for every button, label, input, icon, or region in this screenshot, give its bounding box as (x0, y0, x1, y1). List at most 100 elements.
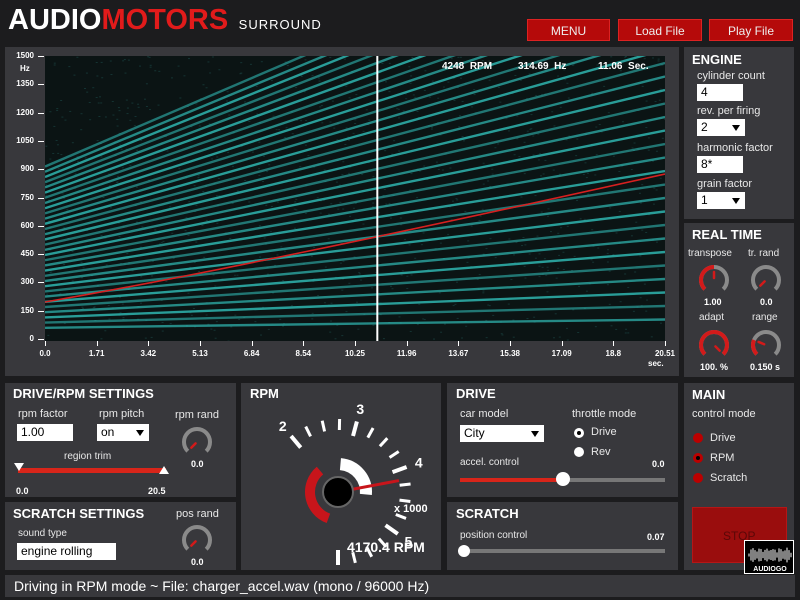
x-tick-mark (458, 341, 460, 346)
position-slider-thumb[interactable] (458, 545, 470, 557)
x-tick-label: 11.96 (396, 349, 417, 358)
rev-per-firing-select[interactable]: 2 (697, 119, 745, 136)
drive-rpm-settings-title: DRIVE/RPM SETTINGS (13, 386, 154, 401)
position-slider-track[interactable] (460, 549, 665, 553)
y-tick-mark (38, 140, 44, 142)
position-control-label: position control (460, 530, 528, 541)
rpm-minor-tick (388, 450, 400, 459)
time-readout: 11.06 Sec. (598, 61, 649, 72)
y-tick-mark (38, 84, 44, 86)
x-tick-label: 18.8 (605, 349, 622, 358)
logo-wordmark: AUDIOGO (753, 566, 787, 573)
x-tick-mark (96, 341, 98, 346)
rpm-minor-tick (378, 437, 389, 448)
spectrogram-canvas[interactable] (45, 56, 665, 341)
play-file-button[interactable]: Play File (709, 19, 793, 41)
x-tick-mark (613, 341, 615, 346)
mode-scratch-label: Scratch (710, 472, 748, 484)
y-tick-label: 1500 (16, 51, 34, 60)
tr-rand-knob[interactable] (748, 262, 784, 298)
rpm-tick-label: 4 (415, 455, 423, 471)
scratch-title: SCRATCH (456, 506, 519, 521)
engine-title: ENGINE (692, 52, 742, 67)
region-trim-slider[interactable] (18, 468, 166, 473)
car-model-select[interactable]: City (460, 425, 544, 442)
mode-rpm-label: RPM (710, 452, 735, 464)
status-bar: Driving in RPM mode ~ File: charger_acce… (5, 575, 795, 597)
position-control-value: 0.07 (647, 532, 665, 542)
x-tick-mark (665, 341, 666, 346)
rpm-factor-input[interactable]: 1.00 (17, 424, 73, 441)
y-tick-mark (38, 197, 44, 199)
x-tick-mark (251, 341, 253, 346)
rpm-pitch-label: rpm pitch (99, 408, 145, 420)
pos-rand-value: 0.0 (191, 557, 204, 567)
scratch-settings-title: SCRATCH SETTINGS (13, 506, 145, 521)
y-tick-label: 1200 (16, 107, 34, 117)
x-tick-mark (355, 341, 356, 346)
sound-type-label: sound type (18, 528, 67, 539)
x-tick-label: 5.13 (192, 349, 208, 358)
adapt-value: 100. % (700, 362, 729, 372)
y-tick-label: 750 (20, 192, 34, 202)
harmonic-factor-input[interactable]: 8* (697, 156, 743, 173)
x-tick-label: 10.25 (344, 349, 366, 358)
grain-factor-select[interactable]: 1 (697, 192, 745, 209)
x-tick-label: 13.67 (448, 349, 469, 358)
menu-button[interactable]: MENU (527, 19, 610, 41)
accel-control-value: 0.0 (652, 459, 665, 469)
x-tick-label: 3.42 (140, 349, 157, 358)
mode-scratch-radio[interactable] (693, 473, 703, 483)
x-tick-mark (510, 341, 511, 346)
accel-slider-thumb[interactable] (555, 472, 570, 486)
rpm-minor-tick (395, 513, 407, 520)
rpm-needle-hub (322, 476, 354, 508)
x-tick-label: 15.38 (499, 349, 521, 358)
brand-audio: AUDIO (8, 4, 102, 36)
x-tick-mark (200, 341, 201, 346)
rpm-minor-tick (399, 482, 411, 487)
range-knob[interactable] (748, 327, 784, 363)
tr-rand-label: tr. rand (748, 248, 780, 259)
adapt-knob[interactable] (696, 327, 732, 363)
region-trim-end-handle[interactable] (159, 466, 169, 474)
throttle-drive-radio[interactable] (574, 428, 584, 438)
status-text: Driving in RPM mode ~ File: charger_acce… (14, 578, 430, 594)
load-file-button[interactable]: Load File (618, 19, 702, 41)
pos-rand-knob[interactable] (179, 522, 215, 558)
x-tick-mark (406, 341, 408, 346)
region-trim-max: 20.5 (148, 486, 166, 496)
rpm-minor-tick (304, 425, 312, 438)
sound-type-input[interactable]: engine rolling (17, 543, 116, 560)
brand-surround: SURROUND (238, 17, 322, 32)
cylinder-count-input[interactable]: 4 (697, 84, 743, 101)
y-tick-label: 1350 (16, 79, 34, 89)
rpm-rand-knob[interactable] (179, 424, 215, 460)
adapt-label: adapt (699, 312, 725, 323)
rpm-major-tick (384, 523, 399, 536)
mode-drive-radio[interactable] (693, 433, 703, 443)
time-readout-value: 11.06 (598, 61, 623, 72)
region-trim-label: region trim (64, 451, 112, 462)
rpm-multiplier: x 1000 (394, 503, 428, 515)
chevron-down-icon (732, 198, 740, 204)
range-value: 0.150 s (750, 362, 781, 372)
rpm-rand-value: 0.0 (191, 459, 204, 469)
hz-readout: 314.69 Hz (518, 61, 566, 72)
rpm-pitch-select[interactable]: on (97, 424, 149, 441)
region-trim-start-handle[interactable] (14, 463, 24, 471)
chevron-down-icon (732, 125, 740, 131)
mode-rpm-radio[interactable] (693, 453, 703, 463)
y-tick-mark (38, 169, 44, 171)
x-tick-label: 20.51 (654, 349, 676, 358)
transpose-knob[interactable] (696, 262, 732, 298)
cylinder-count-label: cylinder count (697, 70, 765, 82)
throttle-drive-label: Drive (591, 426, 617, 438)
y-tick-label: 450 (20, 249, 34, 259)
rev-per-firing-value: 2 (701, 120, 708, 134)
chevron-down-icon (136, 430, 144, 436)
rpm-readout-value: 4248 (442, 61, 465, 72)
x-tick-mark (148, 341, 150, 346)
throttle-rev-radio[interactable] (574, 447, 584, 457)
rpm-tick-label: 2 (279, 418, 287, 434)
